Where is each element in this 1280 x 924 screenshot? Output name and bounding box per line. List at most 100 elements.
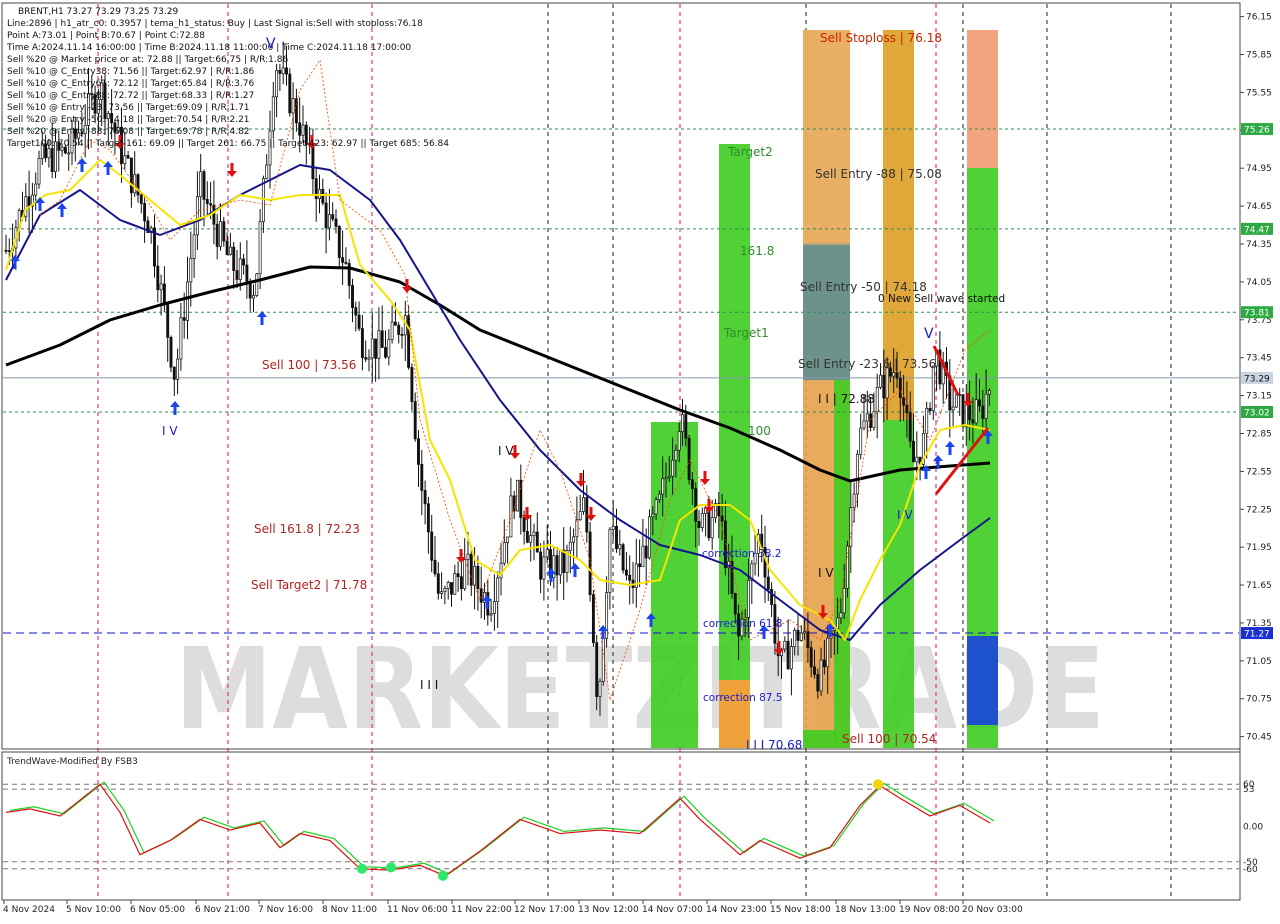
candle-body [430, 531, 434, 561]
candle-body [799, 632, 803, 641]
info-signal-6: Sell %20 @ Entry -50: 74.18 || Target:70… [7, 115, 250, 125]
candle-body [522, 517, 526, 532]
candle-body [311, 143, 315, 180]
candle-body [562, 549, 566, 574]
candle-body [822, 659, 826, 668]
annotation-correction-38: correction 38.2 [702, 548, 781, 560]
candle-body [179, 317, 183, 360]
price-tick-label: 76.15 [1246, 13, 1272, 23]
oscillator-green [9, 781, 995, 875]
candle-body [222, 221, 226, 242]
candle-body [440, 591, 444, 594]
candle-body [271, 96, 275, 132]
candle-body [519, 479, 523, 518]
candle-body [638, 563, 642, 568]
candle-body [852, 493, 856, 508]
annotation-161: 161.8 [740, 244, 774, 258]
time-tick-label: 19 Nov 08:00 [899, 905, 960, 915]
candle-body [143, 203, 147, 222]
candle-body [667, 475, 671, 478]
candle-body [354, 307, 358, 316]
sell-arrow-icon [576, 473, 586, 487]
candle-body [301, 124, 305, 136]
sell-arrow-icon [402, 279, 412, 293]
price-level-tag-label: 73.29 [1244, 374, 1270, 384]
candle-body [964, 404, 968, 428]
indicator-tick-label: -60 [1243, 865, 1258, 875]
candle-body [624, 569, 628, 576]
candle-body [905, 404, 909, 414]
annotation-wave-iii: I I I [420, 678, 438, 692]
annotation-wave-iv-2: I V [498, 444, 514, 458]
annotation-sell-stoploss: Sell Stoploss | 76.18 [820, 31, 942, 45]
chart-window[interactable]: MARKETZITRADE BRENT,H1 73.27 73.29 73.25… [0, 0, 1280, 920]
candle-body [384, 347, 387, 358]
candle-body [539, 551, 543, 580]
candle-body [27, 196, 31, 207]
candle-body [902, 397, 906, 406]
price-tick-label: 71.95 [1246, 543, 1272, 553]
candle-body [291, 98, 295, 114]
candle-body [710, 517, 714, 539]
candle-body [865, 413, 869, 422]
candle-body [281, 67, 285, 74]
candle-body [885, 367, 889, 399]
candle-body [450, 582, 453, 595]
info-signal-1: Sell %20 @ Market price or at: 72.88 || … [7, 55, 288, 65]
candle-body [182, 317, 186, 321]
candle-body [228, 246, 232, 255]
candle-body [156, 265, 160, 291]
candle-body [380, 330, 384, 348]
candle-body [47, 148, 51, 159]
price-level-tag-label: 71.27 [1244, 630, 1270, 640]
price-tick-label: 70.75 [1246, 695, 1272, 705]
candle-body [572, 536, 576, 543]
candle-body [671, 459, 675, 477]
candle-body [681, 414, 684, 432]
candle-body [324, 202, 328, 229]
candle-body [766, 576, 770, 590]
candle-body [806, 631, 810, 649]
candle-body [473, 565, 477, 586]
candle-body [558, 549, 562, 576]
candle-body [327, 214, 331, 229]
candle-body [598, 680, 602, 697]
candle-body [423, 490, 427, 505]
candle-body [492, 601, 496, 614]
candle-body [826, 637, 830, 668]
candle-body [172, 366, 176, 380]
indicator-title: TrendWave-Modified By FSB3 [6, 757, 138, 767]
candle-body [489, 613, 493, 616]
candle-body [344, 261, 348, 264]
candle-body [641, 545, 645, 568]
candle-body [836, 617, 840, 629]
price-tick-label: 75.85 [1246, 51, 1272, 61]
candle-body [159, 283, 163, 291]
candle-body [618, 544, 622, 550]
candle-body [872, 411, 876, 428]
candle-body [747, 579, 750, 618]
candle-body [654, 499, 658, 515]
info-signal-3: Sell %10 @ C_Entry61: 72.12 || Target:65… [7, 79, 254, 89]
trade-zone [967, 30, 998, 168]
candle-body [186, 281, 189, 321]
candle-body [337, 226, 341, 258]
candle-body [426, 503, 430, 533]
candle-body [169, 336, 173, 368]
trade-zone [803, 730, 836, 748]
candle-body [275, 70, 279, 98]
candle-body [357, 314, 361, 329]
annotation-wave-ii: I I | 72.88 [818, 392, 875, 406]
annotation-sell-161: Sell 161.8 | 72.23 [254, 522, 360, 536]
info-line: Line:2896 | h1_atr_c0: 0.3957 | tema_h1_… [7, 19, 423, 29]
candle-body [37, 158, 41, 185]
price-tick-label: 74.65 [1246, 202, 1272, 212]
price-chart[interactable]: MARKETZITRADE BRENT,H1 73.27 73.29 73.25… [0, 0, 1280, 920]
time-tick-label: 13 Nov 12:00 [578, 905, 639, 915]
annotation-correction-61: correction 61.8 [703, 618, 782, 630]
candle-body [961, 394, 965, 428]
candle-body [209, 203, 213, 206]
candle-body [677, 431, 681, 451]
buy-arrow-icon [170, 401, 180, 415]
price-level-tag-label: 75.26 [1244, 126, 1270, 136]
